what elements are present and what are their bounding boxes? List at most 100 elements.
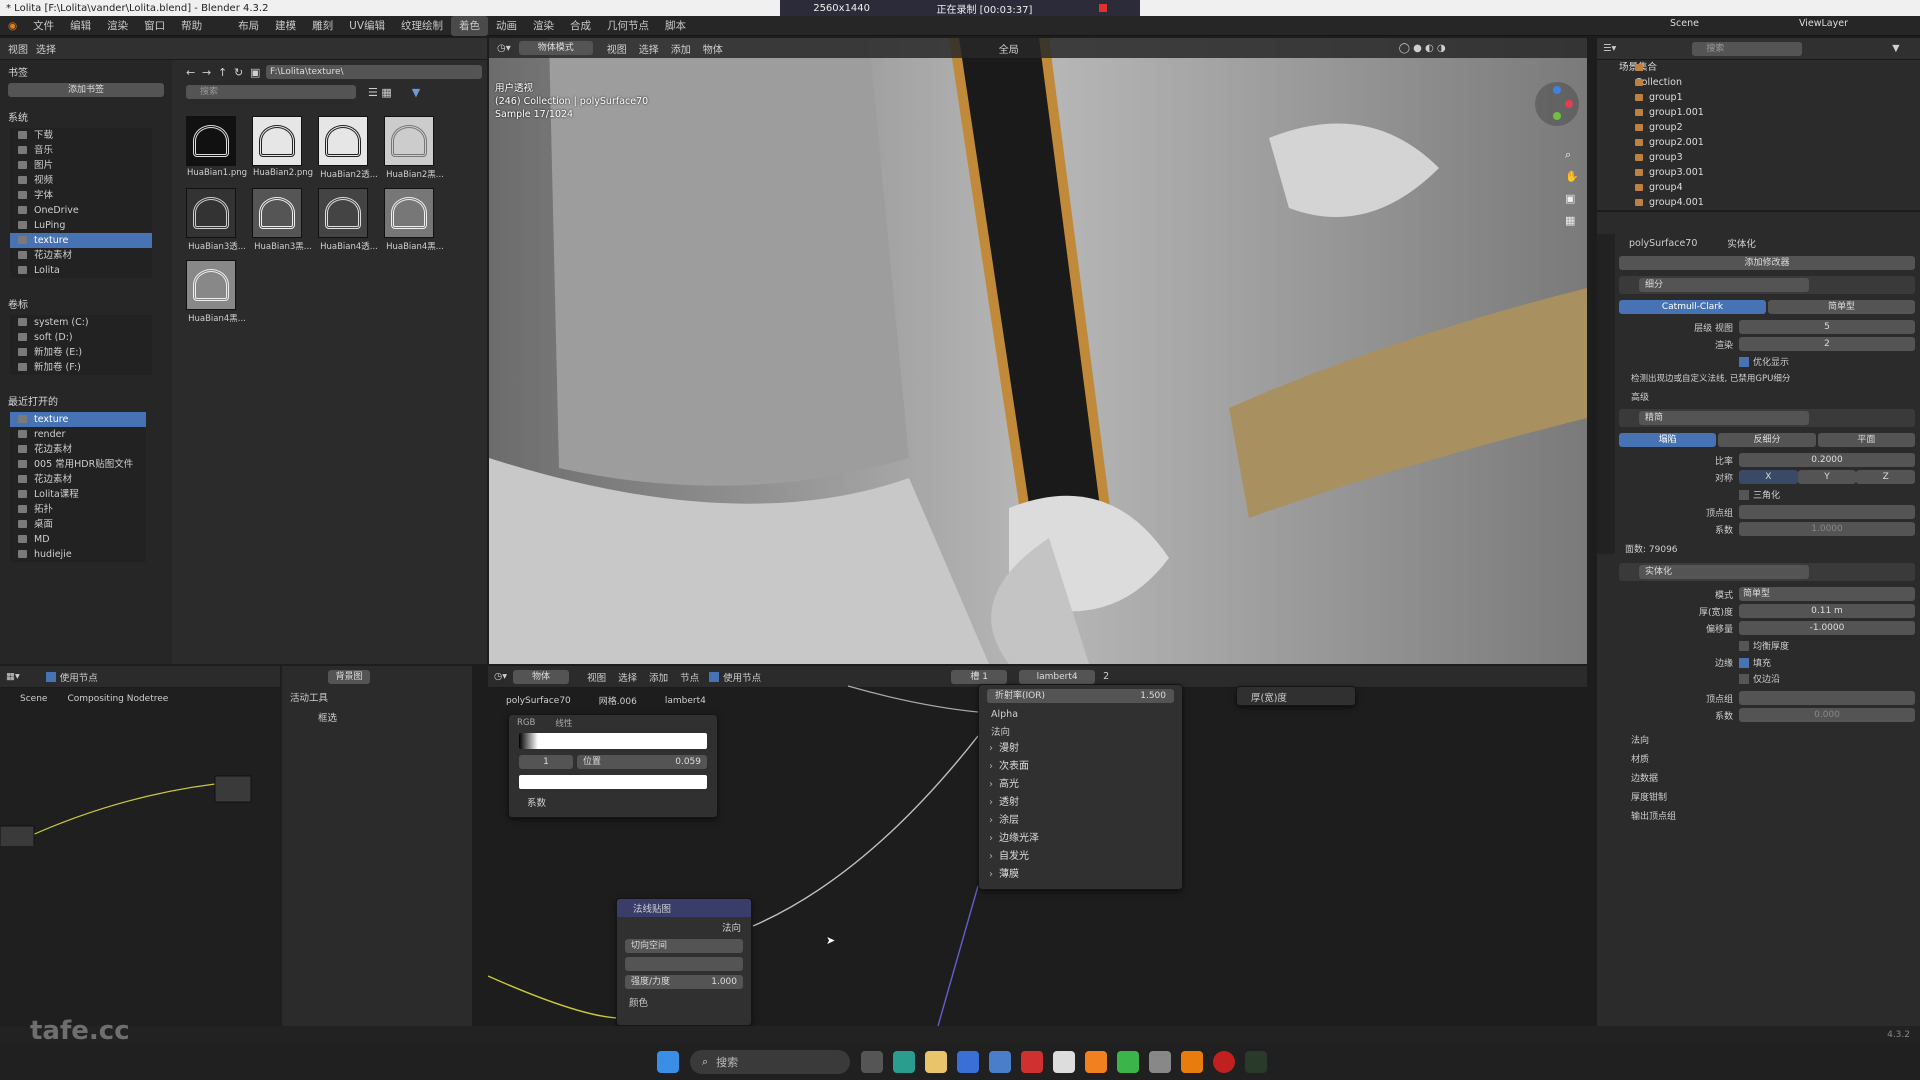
- volume-item[interactable]: system (C:): [10, 315, 152, 330]
- recent-item[interactable]: 花边素材: [10, 472, 146, 487]
- ramp-gradient[interactable]: [519, 733, 707, 749]
- workspace-tab-texpaint[interactable]: 纹理绘制: [393, 16, 451, 36]
- decimate-name[interactable]: 精简: [1639, 411, 1809, 425]
- decimate-vgroup-field[interactable]: [1739, 505, 1915, 519]
- mode-select[interactable]: 物体模式: [518, 41, 593, 55]
- editor-type-icon[interactable]: ▦▾: [0, 671, 26, 682]
- file-thumb[interactable]: HuaBian4黑...: [186, 260, 248, 324]
- photoshop-icon[interactable]: [1245, 1051, 1267, 1073]
- editor-type-icon[interactable]: ◷▾: [489, 43, 519, 54]
- solidify-header[interactable]: 实体化: [1619, 563, 1915, 581]
- checkbox-checked-icon[interactable]: [1739, 356, 1749, 367]
- add-modifier-button[interactable]: 添加修改器: [1619, 256, 1915, 270]
- bsdf-panel-specular[interactable]: 高光: [979, 776, 1182, 794]
- system-item[interactable]: 视频: [10, 173, 152, 188]
- system-item[interactable]: 图片: [10, 158, 152, 173]
- system-item[interactable]: 字体: [10, 188, 152, 203]
- bsdf-panel-subsurface[interactable]: 次表面: [979, 758, 1182, 776]
- advanced-subpanel[interactable]: 高级: [1619, 390, 1915, 403]
- recent-item[interactable]: MD: [10, 532, 146, 547]
- bsdf-panel-thin-film[interactable]: 薄膜: [979, 866, 1182, 884]
- recent-title[interactable]: 最近打开的: [0, 389, 172, 412]
- system-item[interactable]: 音乐: [10, 143, 152, 158]
- file-thumb[interactable]: HuaBian3透...: [186, 188, 248, 252]
- ramp-color-swatch[interactable]: [519, 775, 707, 789]
- triangulate-checkbox[interactable]: 三角化: [1739, 488, 1915, 501]
- unsubdiv-button[interactable]: 反细分: [1718, 433, 1816, 447]
- use-nodes-label[interactable]: 使用节点: [60, 670, 98, 684]
- active-tool-title[interactable]: 活动工具: [290, 690, 328, 704]
- workspace-tab-sculpt[interactable]: 雕刻: [304, 16, 341, 36]
- solidify-factor-field[interactable]: 0.000: [1739, 708, 1915, 722]
- 3d-viewport[interactable]: ◷▾ 物体模式 视图 选择 添加 物体 全局 ◯ ● ◐ ◑ 用户透视 (246…: [489, 38, 1587, 664]
- axis-z-icon[interactable]: [1553, 86, 1561, 94]
- new-folder-icon[interactable]: ▣: [250, 66, 266, 79]
- decimate-factor-field[interactable]: 1.0000: [1739, 522, 1915, 536]
- workspace-tab-geonodes[interactable]: 几何节点: [599, 16, 657, 36]
- subdiv-name[interactable]: 细分: [1639, 278, 1809, 292]
- planar-button[interactable]: 平面: [1817, 433, 1915, 447]
- recent-item[interactable]: 005 常用HDR贴图文件: [10, 457, 146, 472]
- file-thumb[interactable]: HuaBian1.png: [186, 116, 248, 180]
- fb-menu-select[interactable]: 选择: [36, 41, 56, 56]
- strength-field[interactable]: 强度/力度 1.000: [625, 975, 743, 989]
- wechat-icon[interactable]: [1117, 1051, 1139, 1073]
- navigation-gizmo[interactable]: [1535, 82, 1579, 126]
- axis-y-button[interactable]: Y: [1797, 470, 1857, 484]
- normal-output-socket[interactable]: 法向: [617, 917, 751, 937]
- axis-x-button[interactable]: X: [1739, 470, 1798, 484]
- checkbox-checked-icon[interactable]: [1739, 657, 1749, 668]
- app-icon[interactable]: [1021, 1051, 1043, 1073]
- bsdf-panel-diffuse[interactable]: 漫射: [979, 740, 1182, 758]
- workspace-tab-rendering[interactable]: 渲染: [525, 16, 562, 36]
- filter-icon[interactable]: ▼: [1892, 43, 1899, 54]
- normal-map-title[interactable]: 法线贴图: [617, 899, 751, 917]
- bsdf-panel-transmission[interactable]: 透射: [979, 794, 1182, 812]
- optimal-display-checkbox[interactable]: 优化显示: [1739, 355, 1915, 368]
- outliner-item[interactable]: group2.001: [1597, 135, 1920, 150]
- menu-help[interactable]: 帮助: [173, 16, 210, 36]
- forward-icon[interactable]: →: [202, 66, 218, 79]
- bsdf-panel-sheen[interactable]: 边缘光泽: [979, 830, 1182, 848]
- vp-menu-add[interactable]: 添加: [665, 41, 697, 56]
- shading-mode-icon[interactable]: ◯ ● ◐ ◑: [1399, 43, 1446, 54]
- recent-item[interactable]: render: [10, 427, 146, 442]
- normal-socket[interactable]: 法向: [979, 722, 1182, 740]
- recent-item-selected[interactable]: texture: [10, 412, 146, 427]
- vp-menu-view[interactable]: 视图: [601, 41, 633, 56]
- simple-button[interactable]: 简单型: [1768, 300, 1915, 314]
- volume-item[interactable]: soft (D:): [10, 330, 152, 345]
- fill-rim-label[interactable]: 填充: [1753, 656, 1771, 669]
- volumes-title[interactable]: 卷标: [0, 292, 172, 315]
- app-icon[interactable]: [1053, 1051, 1075, 1073]
- checkbox-icon[interactable]: [1739, 673, 1749, 684]
- bsdf-panel-emission[interactable]: 自发光: [979, 848, 1182, 866]
- volume-item[interactable]: 新加卷 (E:): [10, 345, 152, 360]
- breadcrumb-nodetree[interactable]: Compositing Nodetree: [67, 694, 168, 704]
- bsdf-panel-coat[interactable]: 涂层: [979, 812, 1182, 830]
- menu-window[interactable]: 窗口: [136, 16, 173, 36]
- ortho-toggle-icon[interactable]: ▦: [1565, 214, 1575, 227]
- system-item[interactable]: 花边素材: [10, 248, 152, 263]
- file-thumb[interactable]: HuaBian2透...: [318, 116, 380, 180]
- mode-select[interactable]: 简单型: [1739, 587, 1915, 601]
- levels-render-field[interactable]: 2: [1739, 337, 1915, 351]
- menu-file[interactable]: 文件: [25, 16, 62, 36]
- alpha-socket[interactable]: Alpha: [979, 707, 1182, 722]
- file-thumb[interactable]: HuaBian4透...: [318, 188, 380, 252]
- task-view-icon[interactable]: [861, 1051, 883, 1073]
- back-icon[interactable]: ←: [186, 66, 202, 79]
- outliner-item[interactable]: group1: [1597, 90, 1920, 105]
- outliner-item[interactable]: group3: [1597, 150, 1920, 165]
- viewlayer-name[interactable]: ViewLayer: [1799, 18, 1848, 29]
- file-thumb[interactable]: HuaBian3黑...: [252, 188, 314, 252]
- explorer-icon[interactable]: [925, 1051, 947, 1073]
- pan-icon[interactable]: ✋: [1565, 170, 1579, 183]
- ramp-factor-socket[interactable]: 系数: [509, 791, 717, 813]
- box-select-tool[interactable]: 框选: [318, 710, 337, 724]
- path-input[interactable]: F:\Lolita\texture\: [266, 65, 482, 79]
- checkbox-icon[interactable]: [1739, 640, 1749, 651]
- transform-orientation[interactable]: 全局: [999, 41, 1019, 56]
- file-thumb[interactable]: HuaBian2黑...: [384, 116, 446, 180]
- scene-name[interactable]: Scene: [1670, 18, 1699, 29]
